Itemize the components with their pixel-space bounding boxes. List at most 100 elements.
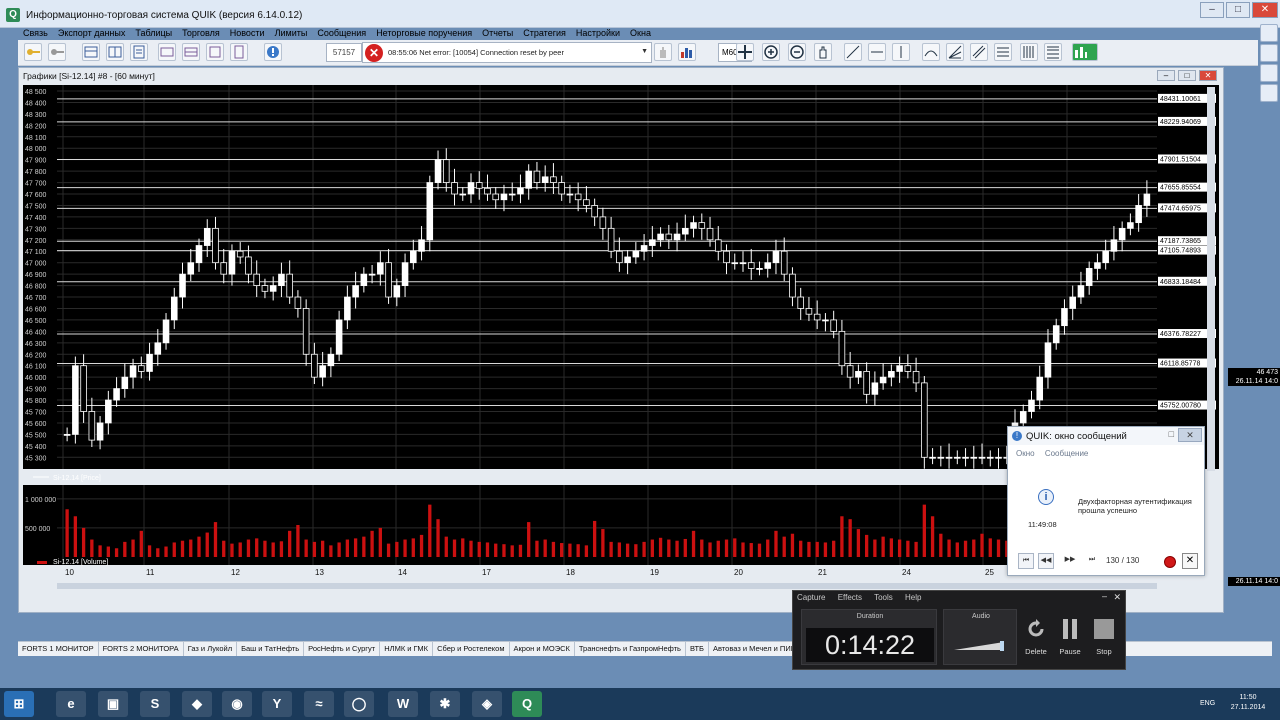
tab-1[interactable]: FORTS 2 МОНИТОРА xyxy=(99,642,184,656)
chart-close-button[interactable]: ✕ xyxy=(1199,70,1217,81)
hand-icon[interactable] xyxy=(654,43,672,61)
candle-body xyxy=(871,382,879,395)
vline-icon[interactable] xyxy=(892,43,910,61)
maximize-button[interactable]: □ xyxy=(1226,2,1250,18)
maximize-icon[interactable]: □ xyxy=(1169,429,1174,439)
tab-9[interactable]: ВТБ xyxy=(686,642,709,656)
menu-item-5[interactable]: Лимиты xyxy=(270,27,313,41)
disconnect-icon[interactable] xyxy=(48,43,66,61)
recorder-menu-effects[interactable]: Effects xyxy=(838,593,862,602)
arc-icon[interactable] xyxy=(922,43,940,61)
tab-3[interactable]: Баш и ТатНефть xyxy=(237,642,305,656)
chevron-down-icon[interactable]: ▼ xyxy=(641,48,648,55)
list-icon[interactable] xyxy=(1260,64,1278,82)
message-close-button[interactable]: ✕ xyxy=(1178,428,1202,442)
stop-button[interactable] xyxy=(1089,617,1119,645)
prev-icon[interactable]: ◀◀ xyxy=(1038,553,1054,569)
move-icon[interactable] xyxy=(736,43,754,61)
language-indicator[interactable]: ENG xyxy=(1200,700,1215,707)
window-title: Информационно-торговая система QUIK (вер… xyxy=(26,10,303,21)
app-icon[interactable]: ◯ xyxy=(344,691,374,717)
key-icon[interactable] xyxy=(24,43,42,61)
chart-minimize-button[interactable]: – xyxy=(1157,70,1175,81)
app-icon[interactable]: ◆ xyxy=(182,691,212,717)
ie-icon[interactable]: e xyxy=(56,691,86,717)
positions-icon[interactable] xyxy=(182,43,200,61)
chart-app-icon[interactable]: ≈ xyxy=(304,691,334,717)
message-menu-message[interactable]: Сообщение xyxy=(1045,449,1089,458)
refresh-icon[interactable] xyxy=(1260,44,1278,62)
menu-item-8[interactable]: Отчеты xyxy=(477,27,518,41)
zoom-out-icon[interactable] xyxy=(788,43,806,61)
app-icon[interactable]: ▣ xyxy=(98,691,128,717)
settings-icon[interactable] xyxy=(1260,84,1278,102)
fan-icon[interactable] xyxy=(946,43,964,61)
start-icon[interactable]: ⊞ xyxy=(4,691,34,717)
tab-6[interactable]: Сбер и Ростелеком xyxy=(433,642,510,656)
error-message-dropdown[interactable]: ✕ 08:55:06 Net error: [10054] Connection… xyxy=(362,42,652,63)
tab-8[interactable]: Транснефть и ГазпромНефть xyxy=(575,642,686,656)
tab-0[interactable]: FORTS 1 МОНИТОР xyxy=(18,642,99,656)
menu-item-7[interactable]: Неторговые поручения xyxy=(371,27,477,41)
app-icon[interactable]: ✱ xyxy=(430,691,460,717)
chart-maximize-button[interactable]: □ xyxy=(1178,70,1196,81)
menu-item-4[interactable]: Новости xyxy=(225,27,270,41)
alert-icon[interactable] xyxy=(264,43,282,61)
cycles-icon[interactable] xyxy=(1020,43,1038,61)
skype-icon[interactable]: S xyxy=(140,691,170,717)
clock[interactable]: 11:50 27.11.2014 xyxy=(1228,693,1268,713)
pan-icon[interactable] xyxy=(814,43,832,61)
recorder-minimize-button[interactable]: – xyxy=(1102,591,1107,601)
tab-2[interactable]: Газ и Лукойл xyxy=(184,642,238,656)
limits-icon[interactable] xyxy=(230,43,248,61)
menu-item-1[interactable]: Экспорт данных xyxy=(53,27,130,41)
word-icon[interactable]: W xyxy=(388,691,418,717)
stop-orders-icon[interactable] xyxy=(206,43,224,61)
recorder-close-button[interactable]: ✕ xyxy=(1113,592,1121,603)
first-icon[interactable]: ⏮ xyxy=(1018,553,1034,569)
zoom-in-icon[interactable] xyxy=(762,43,780,61)
record-icon[interactable] xyxy=(1164,556,1176,568)
yandex-icon[interactable]: Y xyxy=(262,691,292,717)
audio-level-slider[interactable] xyxy=(954,640,1006,652)
chrome-icon[interactable]: ◉ xyxy=(222,691,252,717)
levels-icon[interactable] xyxy=(994,43,1012,61)
recorder-menu-capture[interactable]: Capture xyxy=(797,593,825,602)
table-icon[interactable] xyxy=(82,43,100,61)
app-icon[interactable]: ◈ xyxy=(472,691,502,717)
menu-item-11[interactable]: Окна xyxy=(625,27,656,41)
menu-item-10[interactable]: Настройки xyxy=(571,27,625,41)
tab-10[interactable]: Автоваз и Мечел и ПИК xyxy=(709,642,801,656)
close-button[interactable]: ✕ xyxy=(1252,2,1278,18)
green-chart-icon[interactable] xyxy=(1072,43,1098,61)
trendline-icon[interactable] xyxy=(844,43,862,61)
pause-button[interactable] xyxy=(1055,617,1085,645)
bar-chart-icon[interactable] xyxy=(678,43,696,61)
volume-bar xyxy=(856,529,861,557)
recorder-menu-help[interactable]: Help xyxy=(905,593,921,602)
tab-7[interactable]: Акрон и МОЭСК xyxy=(510,642,575,656)
trades-icon[interactable] xyxy=(158,43,176,61)
menu-item-3[interactable]: Торговля xyxy=(177,27,225,41)
menu-item-0[interactable]: Связь xyxy=(18,27,53,41)
fibo-icon[interactable] xyxy=(1044,43,1062,61)
close-icon[interactable]: ✕ xyxy=(1182,553,1198,569)
hline-icon[interactable] xyxy=(868,43,886,61)
minimize-button[interactable]: – xyxy=(1200,2,1224,18)
last-icon[interactable]: ⏭ xyxy=(1084,553,1100,569)
menu-item-9[interactable]: Стратегия xyxy=(518,27,571,41)
menu-item-2[interactable]: Таблицы xyxy=(130,27,177,41)
channel-icon[interactable] xyxy=(970,43,988,61)
orders-icon[interactable] xyxy=(130,43,148,61)
tab-5[interactable]: НЛМК и ГМК xyxy=(380,642,434,656)
arrow-left-icon[interactable] xyxy=(1260,24,1278,42)
quotes-icon[interactable] xyxy=(106,43,124,61)
next-icon[interactable]: ▶▶ xyxy=(1062,553,1078,569)
menu-item-6[interactable]: Сообщения xyxy=(312,27,371,41)
message-menu-window[interactable]: Окно xyxy=(1016,449,1035,458)
delete-button[interactable] xyxy=(1021,617,1051,645)
quik-taskbar-icon[interactable]: Q xyxy=(512,691,542,717)
tab-4[interactable]: РосНефть и Сургут xyxy=(304,642,381,656)
volume-tick-label: 1 000 000 xyxy=(25,497,56,504)
recorder-menu-tools[interactable]: Tools xyxy=(874,593,893,602)
